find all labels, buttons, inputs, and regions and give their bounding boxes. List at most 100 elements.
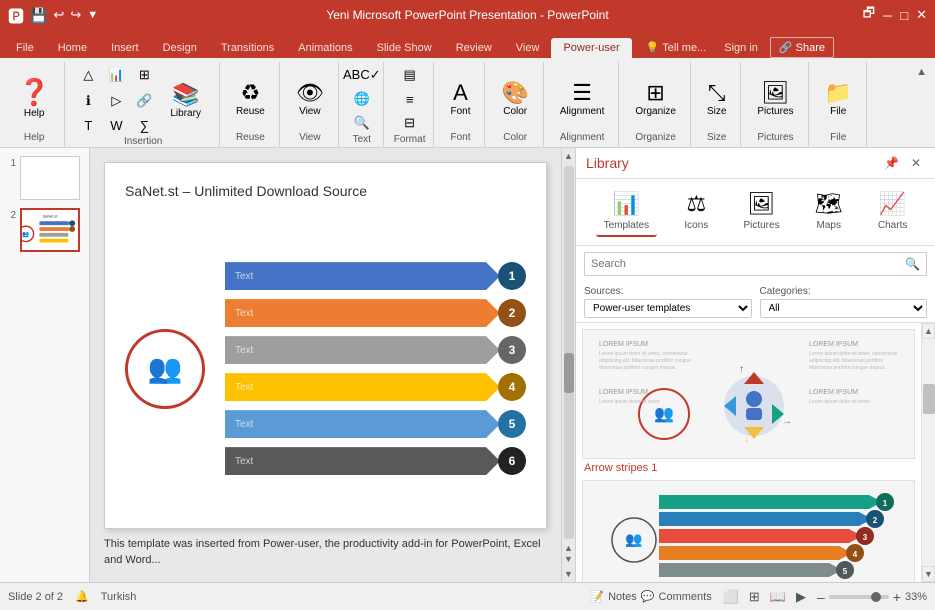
share-button[interactable]: 🔗 Share bbox=[770, 37, 834, 58]
people-icon: 👥 bbox=[148, 352, 183, 385]
svg-text:LOREM IPSUM: LOREM IPSUM bbox=[599, 389, 648, 396]
categories-select[interactable]: All Charts Diagrams bbox=[760, 299, 928, 318]
undo-icon[interactable]: ↩ bbox=[53, 7, 64, 23]
table-button[interactable]: ⊞ bbox=[131, 64, 157, 86]
format-btn3[interactable]: ⊟ bbox=[397, 112, 423, 134]
zoom-bar[interactable] bbox=[829, 595, 889, 599]
zoom-out-button[interactable]: – bbox=[817, 589, 825, 605]
spellcheck-button[interactable]: ABC✓ bbox=[349, 64, 375, 86]
wordart-button[interactable]: W bbox=[103, 114, 129, 136]
notes-button[interactable]: Notes bbox=[608, 591, 637, 603]
lib-cat-maps[interactable]: 🗺 Maps bbox=[807, 187, 851, 237]
vscroll-down2[interactable]: ▼ bbox=[564, 554, 573, 564]
sign-in[interactable]: Sign in bbox=[716, 38, 766, 58]
link-button[interactable]: 🔗 bbox=[131, 90, 157, 112]
arrow-num-4: 4 bbox=[498, 373, 526, 401]
tab-slideshow[interactable]: Slide Show bbox=[365, 38, 444, 58]
restore-down-icon[interactable]: 🗗 bbox=[863, 4, 875, 26]
lib-cat-pictures[interactable]: 🖼 Pictures bbox=[735, 187, 787, 237]
eq-button[interactable]: ∑ bbox=[131, 114, 157, 136]
comments-button[interactable]: Comments bbox=[659, 591, 712, 603]
format-btn2[interactable]: ≡ bbox=[397, 88, 423, 110]
organize-button[interactable]: ⊞ Organize bbox=[629, 78, 682, 119]
color-group-label: Color bbox=[503, 132, 527, 145]
lib-scroll-up-button[interactable]: ▲ bbox=[922, 323, 935, 339]
slide-vscrollbar[interactable]: ▲ ▲ ▼ ▼ bbox=[561, 148, 575, 582]
lib-cat-templates[interactable]: 📊 Templates bbox=[596, 187, 658, 237]
format-col: ▤ ≡ ⊟ bbox=[397, 64, 423, 134]
alignment-button[interactable]: ☰ Alignment bbox=[554, 78, 610, 119]
font-label: Font bbox=[450, 106, 470, 117]
help-button[interactable]: ❓ Help bbox=[12, 75, 56, 121]
shapes-button[interactable]: △ bbox=[75, 64, 101, 86]
library-close-button[interactable]: ✕ bbox=[907, 154, 925, 172]
vscroll-down-button[interactable]: ▼ bbox=[561, 566, 576, 582]
presentation-view-button[interactable]: ▶ bbox=[793, 588, 809, 606]
tab-insert[interactable]: Insert bbox=[99, 38, 151, 58]
customize-icon[interactable]: ▼ bbox=[87, 9, 98, 21]
size-button[interactable]: ⤡ Size bbox=[701, 78, 732, 119]
tell-me[interactable]: 💡 Tell me... bbox=[636, 37, 717, 58]
color-button[interactable]: 🎨 Color bbox=[495, 78, 534, 119]
library-pin-button[interactable]: 📌 bbox=[880, 154, 903, 172]
tab-animations[interactable]: Animations bbox=[286, 38, 364, 58]
minimize-icon[interactable]: ─ bbox=[883, 8, 892, 23]
template-preview-2[interactable]: 👥 1 2 bbox=[582, 480, 915, 582]
tab-transitions[interactable]: Transitions bbox=[209, 38, 286, 58]
search-button[interactable]: 🔍 bbox=[899, 253, 926, 275]
tab-file[interactable]: File bbox=[4, 38, 46, 58]
text-group-label: Text bbox=[353, 134, 371, 147]
comment-icon: 💬 bbox=[641, 590, 655, 603]
categories-filter: Categories: All Charts Diagrams bbox=[760, 286, 928, 318]
smartart-button[interactable]: ℹ bbox=[75, 90, 101, 112]
templates-icon: 📊 bbox=[613, 191, 640, 217]
media-button[interactable]: ▷ bbox=[103, 90, 129, 112]
language-indicator[interactable]: Turkish bbox=[101, 591, 137, 603]
file-button[interactable]: 📁 File bbox=[819, 78, 858, 119]
chart-button[interactable]: 📊 bbox=[103, 64, 129, 86]
template-preview-1[interactable]: LOREM IPSUM Lorem ipsum dolor sit amet, … bbox=[582, 329, 915, 459]
textbox-button[interactable]: T bbox=[75, 114, 101, 136]
vscroll-up-button[interactable]: ▲ bbox=[561, 148, 576, 164]
status-bar: Slide 2 of 2 🔔 Turkish 📝 Notes 💬 Comment… bbox=[0, 582, 935, 610]
lib-cat-icons[interactable]: ⚖ Icons bbox=[676, 187, 716, 237]
vscroll-up2[interactable]: ▲ bbox=[564, 543, 573, 553]
normal-view-button[interactable]: ⬜ bbox=[720, 588, 742, 606]
library-header: Library 📌 ✕ bbox=[576, 148, 935, 179]
translate-button[interactable]: 🌐 bbox=[349, 88, 375, 110]
svg-text:adipiscing elit. Maecenas port: adipiscing elit. Maecenas porttitor cong… bbox=[599, 358, 691, 364]
pictures-icon: 🖼 bbox=[761, 80, 789, 106]
sources-select[interactable]: Power-user templates All bbox=[584, 299, 752, 318]
reuse-button[interactable]: ♻ Reuse bbox=[230, 78, 271, 119]
lib-cat-charts[interactable]: 📈 Charts bbox=[870, 187, 915, 237]
find-button[interactable]: 🔍 bbox=[349, 112, 375, 134]
slide-thumb-1[interactable]: 1 bbox=[4, 156, 85, 200]
slide-thumb-2[interactable]: 2 SaNet.st 👥 bbox=[4, 208, 85, 252]
library-button[interactable]: 📚 Library bbox=[160, 78, 211, 123]
save-icon[interactable]: 💾 bbox=[30, 7, 47, 24]
help-group-label: Help bbox=[24, 132, 45, 145]
tab-poweruser[interactable]: Power-user bbox=[551, 38, 631, 58]
lib-scroll-down-button[interactable]: ▼ bbox=[922, 566, 935, 582]
help-group-content: ❓ Help bbox=[12, 64, 56, 132]
ribbon-collapse-button[interactable]: ▲ bbox=[912, 62, 931, 147]
zoom-in-button[interactable]: + bbox=[893, 589, 901, 605]
lib-scroll-thumb[interactable] bbox=[923, 384, 935, 414]
pictures-button[interactable]: 🖼 Pictures bbox=[751, 78, 799, 119]
slide-sorter-button[interactable]: ⊞ bbox=[746, 588, 763, 606]
tab-home[interactable]: Home bbox=[46, 38, 99, 58]
arrow-row-6: Text 6 bbox=[225, 445, 526, 477]
insertion-row2: ℹ ▷ 🔗 bbox=[75, 90, 157, 112]
font-button[interactable]: A Font bbox=[444, 78, 476, 119]
tab-view[interactable]: View bbox=[504, 38, 552, 58]
tab-design[interactable]: Design bbox=[151, 38, 209, 58]
maximize-icon[interactable]: □ bbox=[900, 8, 908, 23]
close-icon[interactable]: ✕ bbox=[916, 7, 927, 23]
tab-review[interactable]: Review bbox=[444, 38, 504, 58]
format-btn1[interactable]: ▤ bbox=[397, 64, 423, 86]
vscroll-thumb[interactable] bbox=[564, 353, 574, 393]
view-ribbon-button[interactable]: 👁 View bbox=[290, 78, 330, 119]
search-input[interactable] bbox=[585, 254, 899, 274]
redo-icon[interactable]: ↪ bbox=[70, 7, 81, 23]
reading-view-button[interactable]: 📖 bbox=[767, 588, 789, 606]
